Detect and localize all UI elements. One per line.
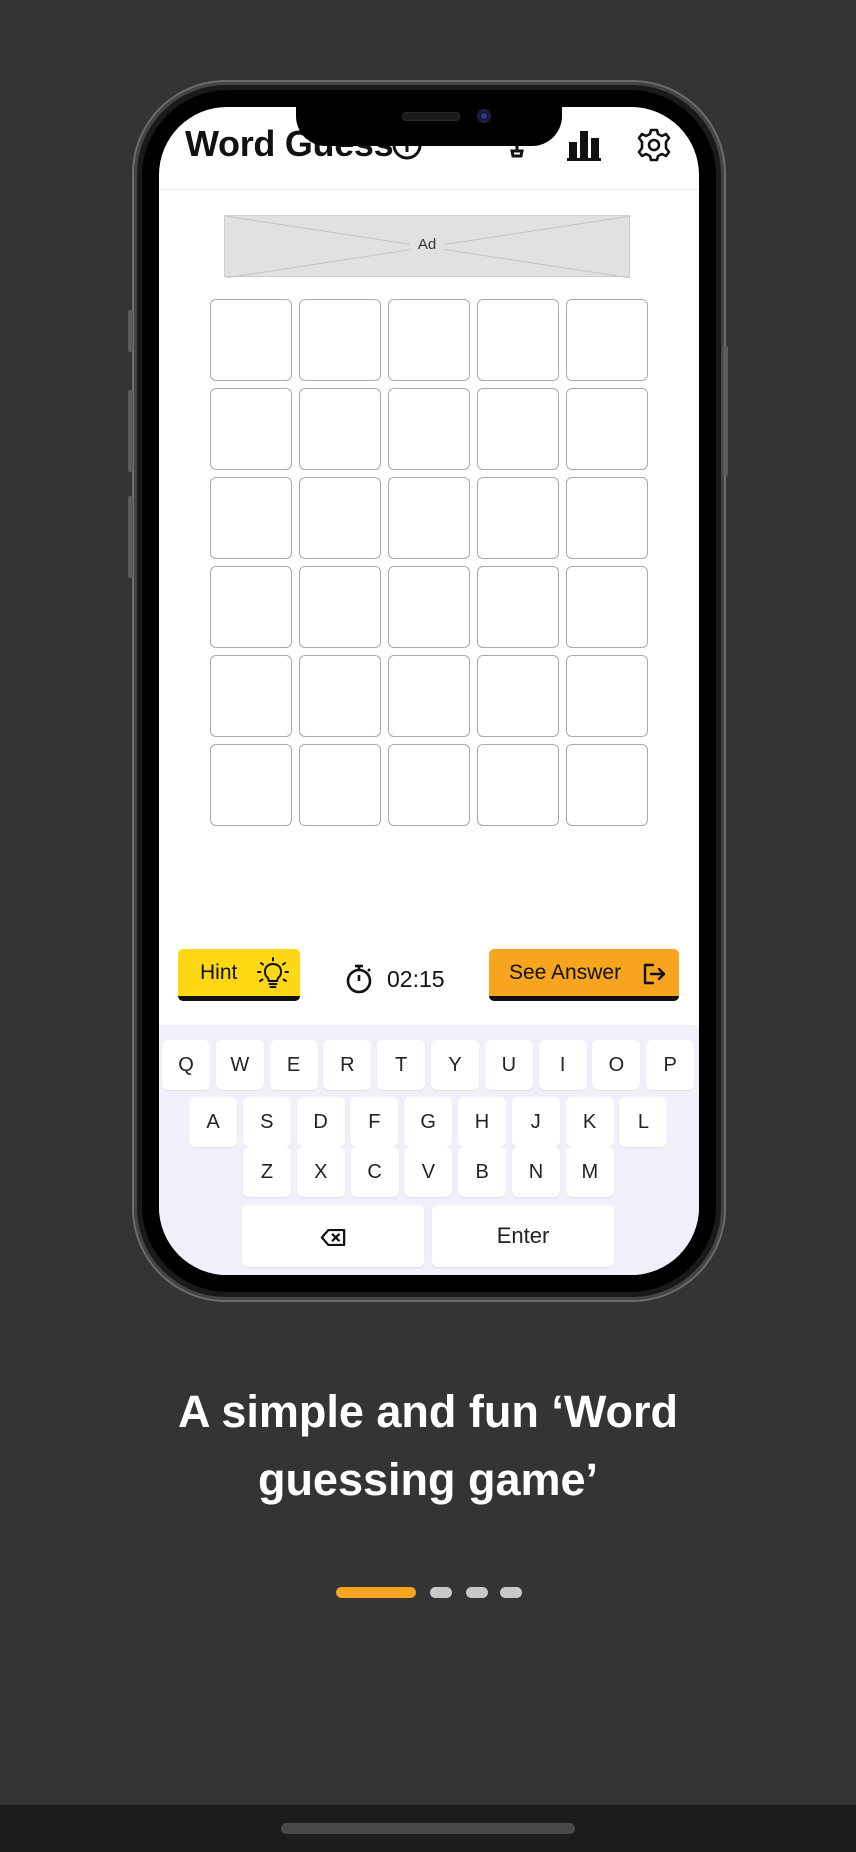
side-button-volume-down (128, 496, 133, 578)
letter-tile (477, 655, 559, 737)
letter-tile (388, 655, 470, 737)
stopwatch-icon (344, 963, 374, 995)
key-f[interactable]: F (350, 1097, 399, 1147)
letter-tile (299, 299, 381, 381)
key-j[interactable]: J (511, 1097, 560, 1147)
key-p[interactable]: P (646, 1040, 695, 1090)
key-z[interactable]: Z (243, 1147, 291, 1197)
letter-tile (388, 744, 470, 826)
earpiece-speaker (402, 112, 460, 121)
key-v[interactable]: V (404, 1147, 453, 1197)
letter-tile (566, 388, 648, 470)
lightbulb-icon (256, 957, 290, 991)
key-w[interactable]: W (215, 1040, 264, 1090)
letter-tile (566, 566, 648, 648)
caption-line-1: A simple and fun ‘Word (177, 1386, 678, 1437)
key-g[interactable]: G (404, 1097, 453, 1147)
letter-tile (210, 477, 292, 559)
side-button-volume-up (128, 390, 133, 472)
side-button-power (723, 346, 728, 476)
letter-tile (299, 655, 381, 737)
guess-grid (210, 299, 648, 826)
key-x[interactable]: X (296, 1147, 345, 1197)
page-dot[interactable] (500, 1587, 522, 1598)
key-n[interactable]: N (512, 1147, 560, 1197)
page-dot[interactable] (466, 1587, 488, 1598)
phone-notch (296, 104, 562, 146)
page-dot-active[interactable] (336, 1587, 416, 1598)
ad-label: Ad (409, 236, 445, 253)
letter-tile (566, 299, 648, 381)
letter-tile (477, 744, 559, 826)
key-k[interactable]: K (565, 1097, 614, 1147)
key-t[interactable]: T (377, 1040, 426, 1090)
key-e[interactable]: E (269, 1040, 318, 1090)
stats-icon[interactable] (564, 125, 604, 165)
letter-tile (477, 299, 559, 381)
letter-tile (477, 566, 559, 648)
key-s[interactable]: S (242, 1097, 291, 1147)
hint-button[interactable]: Hint (178, 949, 300, 1001)
see-answer-label: See Answer (509, 961, 622, 984)
onboarding-caption: A simple and fun ‘Word guessing game’ (128, 1378, 728, 1514)
key-y[interactable]: Y (431, 1040, 479, 1090)
key-l[interactable]: L (619, 1097, 668, 1147)
key-r[interactable]: R (323, 1040, 372, 1090)
letter-tile (388, 388, 470, 470)
home-indicator[interactable] (281, 1823, 575, 1834)
letter-tile (477, 477, 559, 559)
page-dot[interactable] (430, 1587, 452, 1598)
hint-label: Hint (200, 961, 238, 984)
ad-banner[interactable]: Ad (224, 215, 631, 278)
phone-screen: Word Guess Ad Hint 02:15 See Answer Ente… (159, 107, 699, 1275)
letter-tile (299, 566, 381, 648)
key-c[interactable]: C (350, 1147, 399, 1197)
key-d[interactable]: D (296, 1097, 345, 1147)
letter-tile (388, 299, 470, 381)
key-h[interactable]: H (458, 1097, 506, 1147)
letter-tile (210, 566, 292, 648)
letter-tile (388, 566, 470, 648)
letter-tile (388, 477, 470, 559)
letter-tile (210, 655, 292, 737)
key-q[interactable]: Q (162, 1040, 210, 1090)
key-b[interactable]: B (458, 1147, 507, 1197)
settings-icon[interactable] (634, 125, 674, 165)
letter-tile (299, 477, 381, 559)
letter-tile (566, 744, 648, 826)
see-answer-button[interactable]: See Answer (489, 949, 679, 1001)
letter-tile (210, 299, 292, 381)
letter-tile (210, 744, 292, 826)
letter-tile (299, 388, 381, 470)
letter-tile (477, 388, 559, 470)
letter-tile (566, 655, 648, 737)
backspace-key[interactable] (242, 1205, 424, 1267)
enter-key[interactable]: Enter (432, 1205, 614, 1267)
on-screen-keyboard: Enter QWERTYUIOP ASDFGHJKL ZXCVBNM (159, 1025, 699, 1275)
front-camera (477, 109, 491, 123)
key-a[interactable]: A (189, 1097, 237, 1147)
timer-display: 02:15 (387, 966, 445, 992)
side-button-mute (128, 310, 133, 352)
letter-tile (566, 477, 648, 559)
key-m[interactable]: M (565, 1147, 614, 1197)
exit-icon (641, 961, 667, 987)
key-o[interactable]: O (592, 1040, 641, 1090)
key-i[interactable]: I (538, 1040, 587, 1090)
key-u[interactable]: U (484, 1040, 533, 1090)
letter-tile (299, 744, 381, 826)
caption-line-2: guessing game’ (257, 1454, 599, 1505)
letter-tile (210, 388, 292, 470)
